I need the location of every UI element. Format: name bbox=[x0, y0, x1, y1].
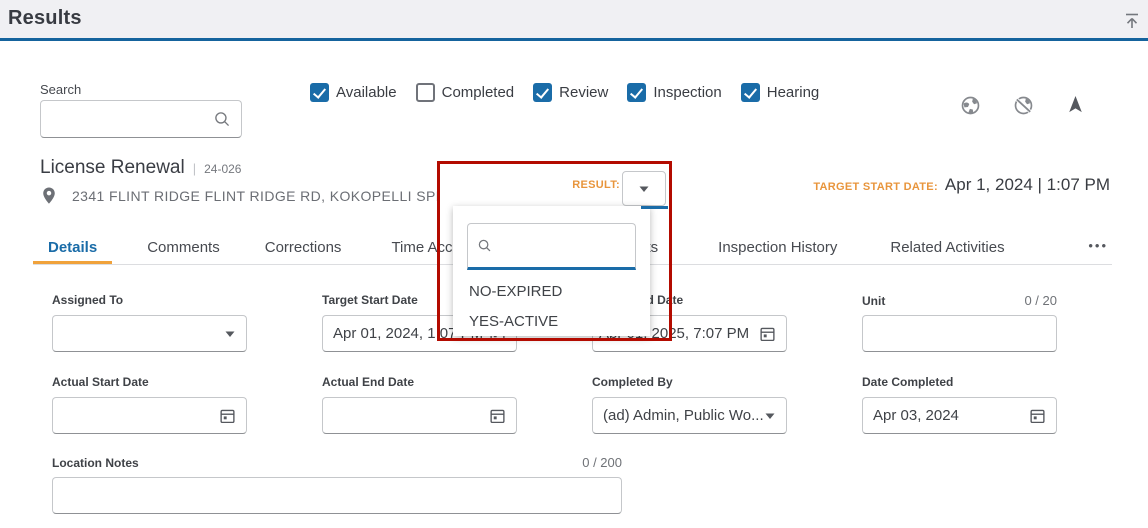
tab-corrections[interactable]: Corrections bbox=[250, 234, 357, 264]
tabs-overflow-icon[interactable]: ••• bbox=[1084, 234, 1112, 264]
field-label: Unit bbox=[862, 294, 885, 308]
page-title: Results bbox=[8, 7, 82, 30]
search-input[interactable] bbox=[51, 111, 213, 128]
checkbox-checked-icon[interactable] bbox=[310, 83, 329, 102]
title-divider: | bbox=[193, 161, 196, 176]
result-select-button[interactable] bbox=[622, 171, 666, 206]
field-label: Actual Start Date bbox=[52, 375, 149, 389]
date-completed-value: Apr 03, 2024 bbox=[873, 407, 1029, 424]
record-type-title: License Renewal bbox=[40, 157, 185, 179]
unit-input[interactable] bbox=[862, 315, 1057, 352]
calendar-icon[interactable] bbox=[489, 407, 506, 425]
field-label: Assigned To bbox=[52, 293, 123, 307]
tab-inspection-history[interactable]: Inspection History bbox=[703, 234, 852, 264]
checkbox-checked-icon[interactable] bbox=[533, 83, 552, 102]
checkbox-checked-icon[interactable] bbox=[627, 83, 646, 102]
search-label: Search bbox=[40, 82, 81, 97]
filter-label: Review bbox=[559, 84, 608, 101]
result-option-search-input[interactable] bbox=[499, 238, 626, 254]
field-actual-start-date: Actual Start Date bbox=[52, 375, 247, 434]
field-label: Location Notes bbox=[52, 456, 139, 470]
filter-label: Available bbox=[336, 84, 397, 101]
chevron-down-icon bbox=[764, 411, 776, 421]
filter-label: Completed bbox=[442, 84, 515, 101]
result-picker-header: RESULT: bbox=[440, 164, 668, 209]
filter-label: Hearing bbox=[767, 84, 820, 101]
actual-start-date-input[interactable] bbox=[52, 397, 247, 434]
target-start-label: TARGET START DATE: bbox=[813, 181, 938, 193]
collapse-to-top-icon[interactable] bbox=[1122, 11, 1142, 31]
record-number: 24-026 bbox=[204, 162, 241, 176]
field-date-completed: Date Completed Apr 03, 2024 bbox=[862, 375, 1057, 434]
result-option-no-expired[interactable]: NO-EXPIRED bbox=[469, 283, 650, 300]
location-notes-input[interactable] bbox=[52, 477, 622, 514]
field-completed-by: Completed By (ad) Admin, Public Wo... bbox=[592, 375, 787, 434]
record-address: 2341 FLINT RIDGE FLINT RIDGE RD, KOKOPEL… bbox=[72, 188, 482, 204]
record-address-row: 2341 FLINT RIDGE FLINT RIDGE RD, KOKOPEL… bbox=[40, 186, 482, 206]
target-start-value: Apr 1, 2024 | 1:07 PM bbox=[945, 175, 1110, 195]
results-page: Results Search Available Completed bbox=[0, 0, 1148, 528]
globe-off-icon[interactable] bbox=[1013, 95, 1034, 116]
field-label: Completed By bbox=[592, 375, 673, 389]
status-filters: Available Completed Review Inspection He… bbox=[310, 83, 819, 102]
assigned-to-dropdown[interactable] bbox=[52, 315, 247, 352]
search-icon bbox=[213, 110, 231, 128]
filter-available[interactable]: Available bbox=[310, 83, 397, 102]
chevron-down-icon bbox=[224, 329, 236, 339]
completed-by-dropdown[interactable]: (ad) Admin, Public Wo... bbox=[592, 397, 787, 434]
search-field[interactable] bbox=[40, 100, 242, 138]
header-accent-rule bbox=[0, 38, 1148, 41]
filter-inspection[interactable]: Inspection bbox=[627, 83, 721, 102]
tab-related-activities[interactable]: Related Activities bbox=[875, 234, 1019, 264]
filter-review[interactable]: Review bbox=[533, 83, 608, 102]
field-unit: Unit 0 / 20 bbox=[862, 293, 1057, 352]
tab-details[interactable]: Details bbox=[33, 234, 112, 264]
filter-label: Inspection bbox=[653, 84, 721, 101]
map-toolbar bbox=[960, 95, 1087, 116]
form-row-3: Location Notes 0 / 200 bbox=[52, 455, 622, 514]
result-select-focus-underline bbox=[641, 206, 668, 209]
field-location-notes: Location Notes 0 / 200 bbox=[52, 455, 622, 514]
field-assigned-to: Assigned To bbox=[52, 293, 247, 352]
page-header: Results bbox=[0, 0, 1148, 38]
tab-comments[interactable]: Comments bbox=[132, 234, 235, 264]
checkbox-checked-icon[interactable] bbox=[741, 83, 760, 102]
location-pin-icon bbox=[40, 186, 58, 206]
search-icon bbox=[477, 238, 492, 253]
result-dropdown-panel: NO-EXPIRED YES-ACTIVE bbox=[453, 206, 650, 336]
globe-icon[interactable] bbox=[960, 95, 981, 116]
location-notes-char-counter: 0 / 200 bbox=[582, 455, 622, 470]
field-label: Date Completed bbox=[862, 375, 953, 389]
result-label: RESULT: bbox=[572, 179, 620, 191]
field-label: Actual End Date bbox=[322, 375, 414, 389]
calendar-icon[interactable] bbox=[219, 407, 236, 425]
filter-completed[interactable]: Completed bbox=[416, 83, 515, 102]
actual-end-date-input[interactable] bbox=[322, 397, 517, 434]
navigation-arrow-icon[interactable] bbox=[1066, 95, 1087, 116]
calendar-icon[interactable] bbox=[1029, 407, 1046, 425]
chevron-down-icon bbox=[638, 184, 650, 194]
checkbox-unchecked-icon[interactable] bbox=[416, 83, 435, 102]
form-row-2: Actual Start Date Actual End Date bbox=[52, 375, 1057, 434]
target-start-summary: TARGET START DATE: Apr 1, 2024 | 1:07 PM bbox=[813, 175, 1110, 195]
field-actual-end-date: Actual End Date bbox=[322, 375, 517, 434]
result-option-search-field[interactable] bbox=[467, 223, 636, 270]
date-completed-input[interactable]: Apr 03, 2024 bbox=[862, 397, 1057, 434]
calendar-icon[interactable] bbox=[759, 325, 776, 343]
filter-hearing[interactable]: Hearing bbox=[741, 83, 820, 102]
result-option-yes-active[interactable]: YES-ACTIVE bbox=[469, 313, 650, 330]
unit-char-counter: 0 / 20 bbox=[1024, 293, 1057, 308]
field-label: Target Start Date bbox=[322, 293, 418, 307]
completed-by-value: (ad) Admin, Public Wo... bbox=[603, 407, 764, 424]
record-header: License Renewal | 24-026 bbox=[40, 157, 241, 179]
